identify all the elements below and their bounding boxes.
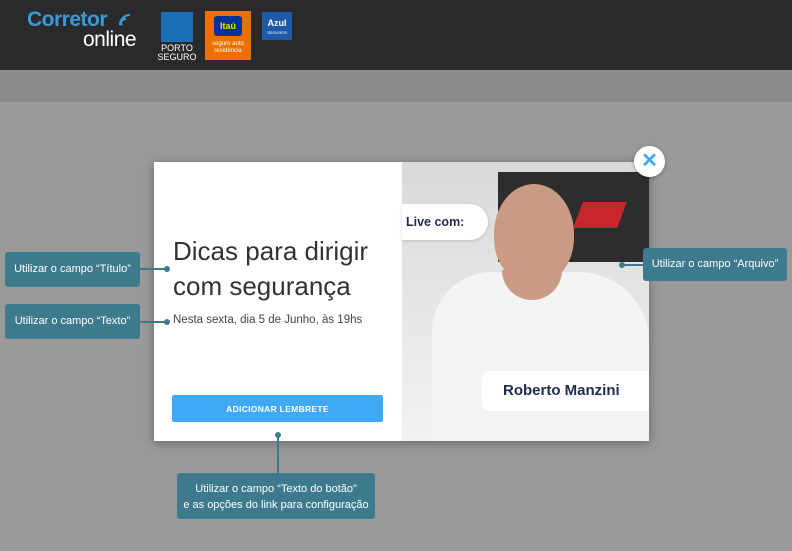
- person-head: [494, 184, 574, 284]
- top-header: Corretor online PORTO SEGURO Itaú seguro…: [0, 0, 792, 70]
- close-button[interactable]: ✕: [634, 146, 665, 177]
- connector-botao: [277, 436, 279, 473]
- connector-dot-titulo: [164, 266, 170, 272]
- annotation-texto: Utilizar o campo “Texto”: [5, 304, 140, 339]
- corretor-online-logo[interactable]: Corretor online: [27, 8, 152, 52]
- modal-title: Dicas para dirigir com segurança: [173, 236, 369, 301]
- connector-texto: [140, 321, 167, 323]
- porto-line2: SEGURO: [157, 52, 197, 62]
- modal-content-panel: Dicas para dirigir com segurança Nesta s…: [154, 162, 402, 441]
- connector-dot-texto: [164, 319, 170, 325]
- sub-header-bar: [0, 70, 792, 102]
- annotation-botao-line2: e as opções do link para configuração: [183, 499, 369, 511]
- modal-text: Nesta sexta, dia 5 de Junho, às 19hs: [173, 314, 363, 326]
- connector-arquivo: [622, 264, 643, 266]
- connector-dot-arquivo: [619, 262, 625, 268]
- itau-logo[interactable]: Itaú seguro auto residência: [205, 11, 251, 60]
- annotation-botao: Utilizar o campo “Texto do botão” e as o…: [177, 473, 375, 519]
- itau-line2: residência: [214, 48, 242, 54]
- azul-sub: SEGUROS: [266, 30, 287, 35]
- itau-brand: Itaú: [214, 16, 242, 36]
- speaker-name-tag: Roberto Manzini: [482, 371, 649, 411]
- live-label: Live com:: [406, 215, 465, 229]
- add-reminder-button[interactable]: ADICIONAR LEMBRETE: [172, 395, 383, 422]
- connector-titulo: [140, 268, 167, 270]
- speaker-name: Roberto Manzini: [503, 382, 620, 399]
- connector-dot-botao: [275, 432, 281, 438]
- live-popup-modal: Dicas para dirigir com segurança Nesta s…: [154, 162, 649, 441]
- live-badge: Live com:: [402, 204, 488, 240]
- porto-seguro-emblem: [161, 12, 193, 42]
- azul-seguros-logo[interactable]: Azul SEGUROS: [262, 12, 292, 40]
- annotation-arquivo: Utilizar o campo “Arquivo”: [643, 248, 787, 281]
- porto-seguro-logo[interactable]: PORTO SEGURO: [157, 12, 197, 62]
- wifi-icon: [119, 14, 131, 26]
- annotation-botao-line1: Utilizar o campo “Texto do botão”: [195, 483, 357, 495]
- close-icon: ✕: [641, 150, 658, 172]
- annotation-titulo: Utilizar o campo “Título”: [5, 252, 140, 287]
- azul-brand: Azul: [267, 18, 287, 28]
- speaker-photo: Live com: Roberto Manzini: [402, 162, 649, 441]
- logo-word-online: online: [83, 28, 137, 51]
- itau-line1: seguro auto: [212, 41, 244, 47]
